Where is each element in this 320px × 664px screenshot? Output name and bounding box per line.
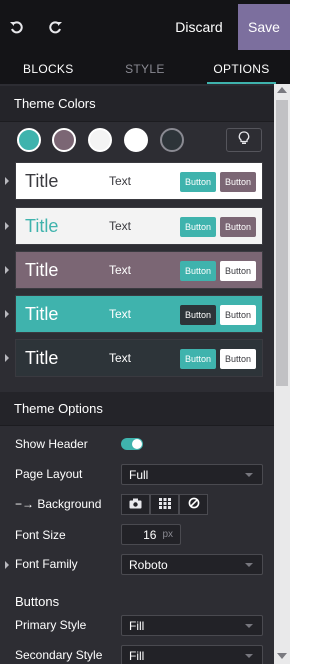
- tab-options[interactable]: OPTIONS: [193, 54, 290, 84]
- color-swatch-5[interactable]: [160, 128, 184, 152]
- lightbulb-icon: [238, 130, 250, 150]
- preset-text: Text: [109, 219, 132, 233]
- preset-text: Text: [109, 307, 132, 321]
- preset-text: Text: [109, 174, 132, 188]
- secondary-style-label: Secondary Style: [15, 648, 103, 662]
- editor-panel: Discard Save BLOCKS STYLE OPTIONS Theme …: [0, 0, 290, 664]
- background-label-text: Background: [37, 497, 102, 511]
- save-button[interactable]: Save: [238, 4, 290, 50]
- preset-secondary-button: Button: [220, 172, 256, 192]
- chevron-down-icon: [245, 473, 253, 477]
- show-header-toggle[interactable]: [121, 438, 143, 450]
- theme-preset-2[interactable]: Title Text Button Button: [15, 207, 263, 245]
- preset-text: Text: [109, 351, 132, 365]
- camera-icon: [129, 496, 142, 514]
- font-family-select[interactable]: Roboto: [121, 554, 263, 575]
- tab-blocks[interactable]: BLOCKS: [0, 54, 97, 84]
- primary-style-value: Fill: [129, 618, 145, 633]
- preset-title: Title: [25, 303, 59, 324]
- chevron-down-icon: [245, 654, 253, 658]
- tab-style[interactable]: STYLE: [97, 54, 194, 84]
- background-label: −→ Background: [15, 497, 101, 511]
- chevron-down-icon: [245, 563, 253, 567]
- secondary-style-value: Fill: [129, 648, 145, 663]
- preset-text: Text: [109, 263, 132, 277]
- expand-arrow-icon[interactable]: [5, 354, 9, 362]
- preset-title: Title: [25, 259, 59, 280]
- font-size-unit: px: [162, 529, 173, 540]
- show-header-label: Show Header: [15, 437, 88, 451]
- top-toolbar: Discard Save: [0, 0, 290, 54]
- scrollbar-thumb[interactable]: [276, 100, 288, 386]
- expand-arrow-icon[interactable]: [5, 266, 9, 274]
- background-image-button[interactable]: [121, 494, 150, 515]
- font-size-input[interactable]: 16 px: [121, 524, 181, 545]
- chevron-down-icon: [245, 624, 253, 628]
- preset-primary-button: Button: [180, 172, 216, 192]
- expand-arrow-icon[interactable]: [5, 222, 9, 230]
- page-layout-select[interactable]: Full: [121, 464, 263, 485]
- color-swatch-2[interactable]: [52, 128, 76, 152]
- redo-icon[interactable]: [45, 16, 67, 38]
- scroll-down-arrow-icon[interactable]: [277, 653, 287, 659]
- no-image-icon: [188, 496, 200, 514]
- preset-primary-button: Button: [180, 349, 216, 369]
- font-size-label: Font Size: [15, 528, 66, 542]
- preset-secondary-button: Button: [220, 349, 256, 369]
- theme-preset-4[interactable]: Title Text Button Button: [15, 295, 263, 333]
- color-swatch-1[interactable]: [17, 128, 41, 152]
- theme-colors-heading[interactable]: Theme Colors: [0, 86, 274, 122]
- preset-title: Title: [25, 215, 59, 236]
- preset-secondary-button: Button: [220, 305, 256, 325]
- background-prefix: −→: [15, 497, 35, 511]
- font-size-value: 16: [143, 527, 157, 542]
- font-family-value: Roboto: [129, 557, 168, 572]
- preset-secondary-button: Button: [220, 261, 256, 281]
- primary-style-label: Primary Style: [15, 618, 87, 632]
- color-swatch-4[interactable]: [124, 128, 148, 152]
- preset-title: Title: [25, 170, 59, 191]
- preset-secondary-button: Button: [220, 217, 256, 237]
- background-none-button[interactable]: [179, 494, 208, 515]
- preset-primary-button: Button: [180, 217, 216, 237]
- page-layout-value: Full: [129, 467, 149, 482]
- preset-primary-button: Button: [180, 261, 216, 281]
- page-layout-label: Page Layout: [15, 467, 83, 481]
- undo-icon[interactable]: [5, 16, 27, 38]
- background-pattern-button[interactable]: [150, 494, 179, 515]
- expand-arrow-icon[interactable]: [5, 561, 9, 569]
- color-swatch-3[interactable]: [88, 128, 112, 152]
- primary-style-select[interactable]: Fill: [121, 615, 263, 636]
- pattern-grid-icon: [158, 496, 171, 514]
- font-family-label: Font Family: [15, 557, 78, 571]
- scroll-up-arrow-icon[interactable]: [277, 87, 287, 93]
- panel-tabs: BLOCKS STYLE OPTIONS: [0, 54, 290, 84]
- theme-options-heading[interactable]: Theme Options: [0, 392, 274, 426]
- preset-title: Title: [25, 347, 59, 368]
- theme-preset-3[interactable]: Title Text Button Button: [15, 251, 263, 289]
- theme-preset-1[interactable]: Title Text Button Button: [15, 162, 263, 200]
- buttons-heading: Buttons: [15, 594, 60, 609]
- theme-preset-5[interactable]: Title Text Button Button: [15, 339, 263, 377]
- expand-arrow-icon[interactable]: [5, 177, 9, 185]
- color-suggestion-button[interactable]: [226, 128, 262, 152]
- preset-primary-button: Button: [180, 305, 216, 325]
- discard-button[interactable]: Discard: [160, 0, 238, 54]
- secondary-style-select[interactable]: Fill: [121, 645, 263, 664]
- expand-arrow-icon[interactable]: [5, 310, 9, 318]
